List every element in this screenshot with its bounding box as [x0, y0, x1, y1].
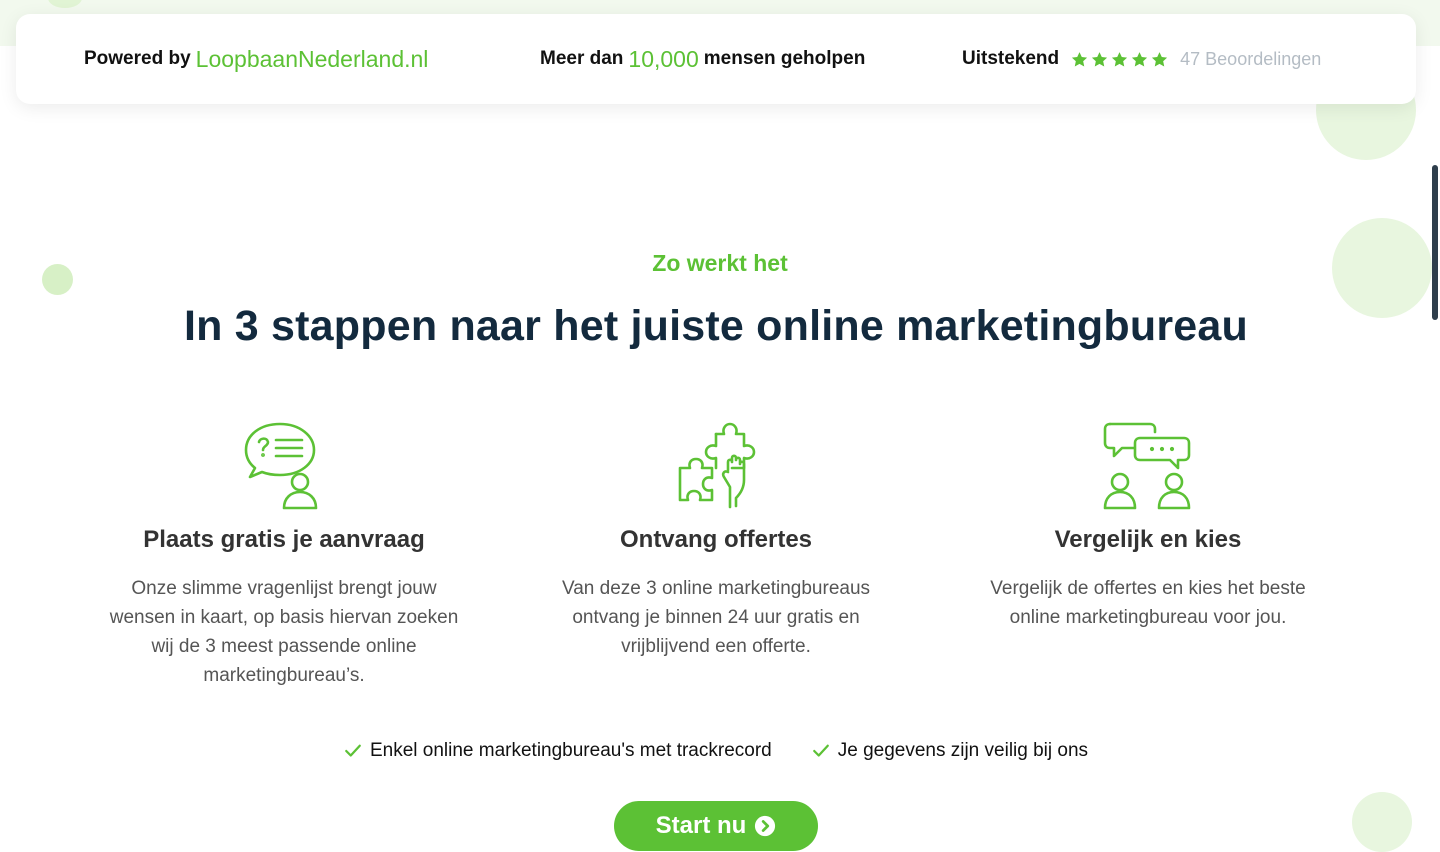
section-headline: In 3 stappen naar het juiste online mark…: [184, 302, 1248, 350]
step-title: Ontvang offertes: [619, 526, 813, 553]
trust-checks: Enkel online marketingbureau's met track…: [0, 740, 1432, 762]
powered-by: Powered by LoopbaanNederland.nl: [84, 44, 433, 74]
step-card: Vergelijk en kies Vergelijk de offertes …: [958, 420, 1338, 632]
chevron-circle-right-icon: [755, 815, 776, 837]
chat-question-icon: [94, 420, 474, 512]
helped-count: Meer dan 10,000 mensen geholpen: [540, 44, 865, 74]
check-item: Enkel online marketingbureau's met track…: [344, 740, 772, 762]
scrollbar-thumb[interactable]: [1432, 165, 1438, 320]
step-title: Vergelijk en kies: [1054, 526, 1242, 553]
reviews-count-link[interactable]: 47 Beoordelingen: [1180, 49, 1321, 70]
puzzle-hand-icon: [526, 420, 906, 512]
star-icon: [1112, 51, 1128, 66]
decorative-circle: [1352, 792, 1412, 852]
star-icon: [1152, 51, 1168, 66]
star-icon: [1092, 51, 1108, 66]
rating: Uitstekend 47 Beoordelingen: [962, 44, 1321, 74]
star-icon: [1072, 51, 1088, 66]
step-description: Onze slimme vragenlijst brengt jouw wens…: [109, 578, 459, 686]
rating-label: Uitstekend: [962, 48, 1060, 69]
powered-prefix: Powered by: [84, 48, 191, 69]
step-card: Plaats gratis je aanvraag Onze slimme vr…: [94, 420, 474, 690]
step-card: Ontvang offertes Van deze 3 online marke…: [526, 420, 906, 661]
compare-people-icon: [958, 420, 1338, 512]
start-now-label: Start nu: [655, 812, 747, 839]
checkmark-icon: [345, 744, 361, 757]
check-text: Je gegevens zijn veilig bij ons: [837, 740, 1089, 761]
trust-bar: Powered by LoopbaanNederland.nl Meer dan…: [16, 14, 1416, 104]
section-eyebrow: Zo werkt het: [652, 250, 788, 276]
star-icon: [1132, 51, 1148, 66]
step-description: Vergelijk de offertes en kies het beste …: [990, 578, 1306, 628]
checkmark-icon: [812, 744, 829, 757]
helped-prefix: Meer dan: [540, 48, 624, 69]
powered-brand-link[interactable]: LoopbaanNederland.nl: [196, 46, 429, 73]
check-text: Enkel online marketingbureau's met track…: [369, 740, 772, 761]
helped-number: 10,000: [628, 45, 699, 72]
rating-stars: [1071, 51, 1168, 68]
check-item: Je gegevens zijn veilig bij ons: [812, 740, 1088, 762]
start-now-button[interactable]: Start nu: [614, 801, 818, 851]
step-title: Plaats gratis je aanvraag: [143, 526, 425, 553]
step-description: Van deze 3 online marketingbureaus ontva…: [561, 578, 871, 657]
helped-suffix: mensen geholpen: [703, 48, 866, 69]
